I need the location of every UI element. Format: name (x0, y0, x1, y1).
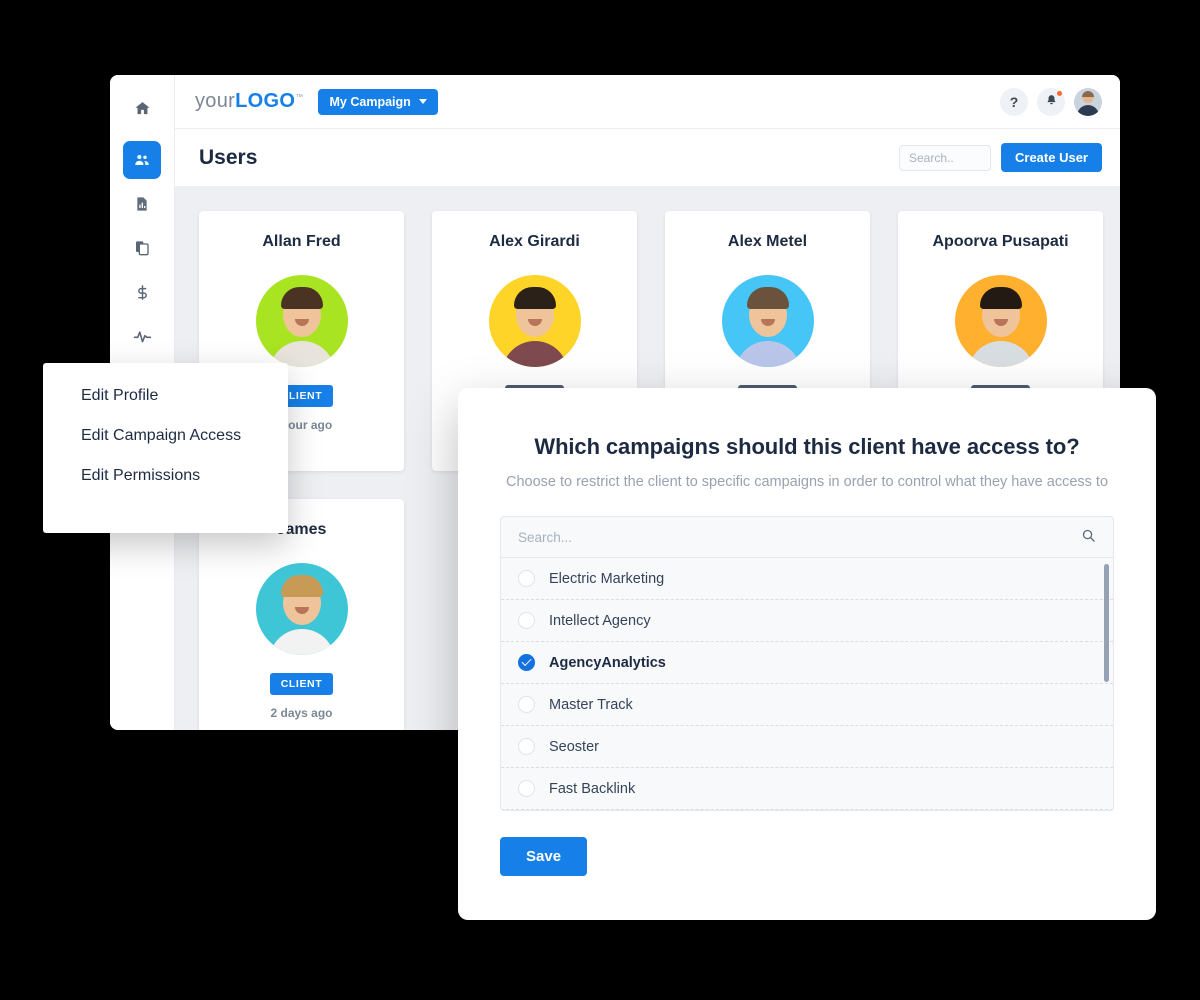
user-last-seen: 2 days ago (270, 706, 333, 720)
dollar-sign-icon (134, 284, 151, 301)
campaign-list-item[interactable]: Intellect Agency (501, 600, 1113, 642)
question-mark-icon: ? (1009, 93, 1019, 110)
home-icon (134, 100, 151, 117)
sidebar-item-users[interactable] (123, 141, 161, 179)
campaign-label: Master Track (549, 696, 633, 713)
modal-subtitle: Choose to restrict the client to specifi… (505, 474, 1109, 490)
campaign-label: Electric Marketing (549, 570, 665, 587)
user-card-name: Alex Metel (727, 233, 808, 250)
sidebar-item-billing[interactable] (123, 273, 161, 311)
scrollbar-thumb[interactable] (1104, 564, 1109, 682)
logo-prefix: your (195, 90, 236, 112)
create-user-button[interactable]: Create User (1001, 143, 1102, 172)
user-card-avatar (255, 563, 348, 655)
campaign-list-scrollbar[interactable] (1104, 564, 1109, 794)
campaign-checkbox[interactable] (518, 696, 535, 713)
campaign-list-item[interactable]: AgencyAnalytics (501, 642, 1113, 684)
campaign-checkbox[interactable] (518, 738, 535, 755)
avatar-hair (746, 287, 789, 309)
user-card-name: Allan Fred (262, 233, 341, 250)
sidebar-item-activity[interactable] (123, 317, 161, 355)
notification-badge (1056, 89, 1063, 97)
magnifier-icon[interactable] (1081, 528, 1096, 546)
campaign-search-placeholder: Search... (518, 529, 573, 545)
campaign-label: Intellect Agency (549, 612, 651, 629)
app-logo: yourLOGO™ (195, 90, 304, 113)
avatar-hair (280, 287, 323, 309)
campaign-list-item[interactable]: Electric Marketing (501, 558, 1113, 600)
avatar-body (501, 341, 568, 367)
logo-bold: LOGO (235, 90, 296, 112)
sidebar-item-documents[interactable] (123, 229, 161, 267)
user-card-avatar (954, 275, 1047, 367)
modal-title: Which campaigns should this client have … (534, 434, 1080, 459)
logo-trademark: ™ (295, 92, 304, 102)
screenshot-stage: yourLOGO™ My Campaign ? Users Search.. C… (0, 0, 1200, 1000)
chevron-down-icon (418, 99, 427, 104)
page-header: Users Search.. Create User (175, 129, 1120, 187)
campaign-list-item[interactable]: Master Track (501, 684, 1113, 726)
campaign-label: AgencyAnalytics (549, 654, 666, 671)
campaign-list: Electric Marketing Intellect Agency Agency… (501, 558, 1113, 810)
avatar-hair (1082, 90, 1094, 97)
pulse-activity-icon (133, 327, 152, 346)
campaign-selector-label: My Campaign (329, 94, 411, 109)
user-avatar[interactable] (1074, 87, 1102, 116)
notification-bell-icon (1045, 94, 1058, 110)
context-menu-item-edit-permissions[interactable]: Edit Permissions (81, 467, 288, 485)
page-header-actions: Search.. Create User (899, 143, 1102, 172)
user-card-avatar (488, 275, 581, 367)
avatar-hair (513, 287, 556, 309)
avatar-hair (280, 575, 323, 597)
modal-footer: Save (500, 837, 1114, 876)
campaign-selector[interactable]: My Campaign (317, 88, 438, 115)
avatar-hair (979, 287, 1022, 309)
help-button[interactable]: ? (1000, 87, 1028, 116)
campaign-list-item[interactable]: Seoster (501, 726, 1113, 768)
avatar-body (734, 341, 801, 367)
users-search-placeholder: Search.. (909, 150, 954, 165)
avatar-body (967, 341, 1034, 367)
copy-documents-icon (134, 240, 150, 256)
campaign-checkbox[interactable] (518, 780, 535, 797)
user-card-avatar (255, 275, 348, 367)
report-document-icon (134, 196, 150, 212)
context-menu-item-edit-campaign-access[interactable]: Edit Campaign Access (81, 427, 288, 445)
campaign-search-input[interactable]: Search... (501, 517, 1113, 558)
top-bar-actions: ? (1000, 87, 1102, 116)
user-card-name: Alex Girardi (489, 233, 580, 250)
campaign-label: Fast Backlink (549, 780, 636, 797)
top-bar: yourLOGO™ My Campaign ? (175, 75, 1120, 129)
users-icon (133, 151, 151, 169)
user-role-badge: CLIENT (269, 673, 334, 695)
campaign-picker: Search... Electric Marketing Intellect Ag… (500, 516, 1114, 811)
context-menu-item-edit-profile[interactable]: Edit Profile (81, 387, 288, 405)
user-card[interactable]: James CLIENT 2 days ago (199, 499, 404, 730)
campaign-label: Seoster (549, 738, 599, 755)
campaign-list-item[interactable]: Fast Backlink (501, 768, 1113, 810)
user-card-avatar (721, 275, 814, 367)
context-menu: Edit Profile Edit Campaign Access Edit P… (43, 363, 288, 533)
users-search-input[interactable]: Search.. (899, 144, 991, 171)
avatar-body (1077, 104, 1099, 116)
page-title: Users (199, 145, 258, 169)
campaign-access-modal: Which campaigns should this client have … (458, 388, 1156, 920)
user-card-name: Apoorva Pusapati (932, 233, 1069, 250)
save-button[interactable]: Save (500, 837, 588, 876)
notifications-button[interactable] (1037, 87, 1065, 116)
sidebar-item-home[interactable] (123, 89, 161, 127)
campaign-checkbox[interactable] (518, 570, 535, 587)
campaign-checkbox[interactable] (518, 612, 535, 629)
campaign-checkbox[interactable] (518, 654, 535, 671)
sidebar-item-reports[interactable] (123, 185, 161, 223)
avatar-body (268, 629, 335, 655)
